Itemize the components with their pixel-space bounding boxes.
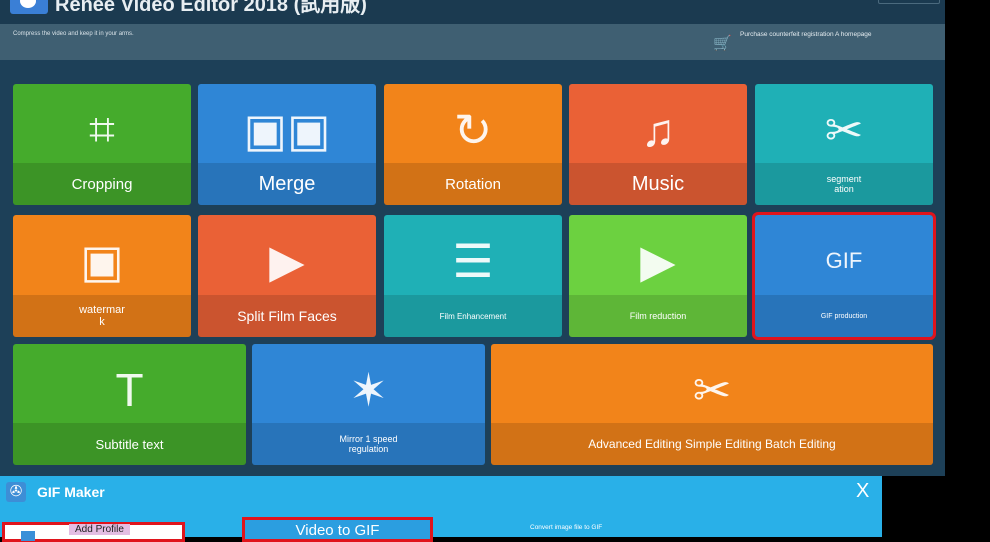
subtitle-icon: T (115, 364, 144, 416)
tile-split-film-faces[interactable]: ▶ Split Film Faces (198, 215, 376, 337)
tile-label: segment ation (755, 163, 933, 205)
scissors-reel-icon: ✂ (692, 364, 732, 416)
convert-image-to-gif-button[interactable]: Convert image file to GIF (530, 523, 630, 532)
scissors-film-icon: ✂ (824, 104, 864, 156)
gif-icon: GIF (825, 248, 863, 273)
tile-label: Music (569, 163, 747, 205)
tile-label: watermar k (13, 295, 191, 337)
top-button[interactable] (878, 0, 940, 4)
compress-film-icon: ▶ (640, 235, 676, 287)
cart-icon[interactable]: 🛒 (713, 34, 732, 52)
slogan: Compress the video and keep it in your a… (13, 31, 134, 37)
tile-mirror-1-speed-regulation[interactable]: ✶ Mirror 1 speed regulation (252, 344, 485, 465)
tile-subtitle-text[interactable]: T Subtitle text (13, 344, 246, 465)
merge-film-icon: ▣▣ (243, 104, 331, 156)
video-to-gif-button[interactable]: Video to GIF (242, 517, 433, 542)
rotate-icon: ↻ (453, 104, 493, 156)
tile-label: Subtitle text (13, 423, 246, 465)
film-reel-icon: ✇ (6, 482, 26, 502)
purchase-link[interactable]: Purchase counterfeit registration A home… (740, 31, 872, 38)
tile-watermar-k[interactable]: ▣ watermar k (13, 215, 191, 337)
tile-segment-ation[interactable]: ✂ segment ation (755, 84, 933, 205)
tile-label: GIF production (755, 295, 933, 337)
main-window: Renee Video Editor 2018 (試用版) Compress t… (0, 0, 945, 476)
tile-film-enhancement[interactable]: ☰ Film Enhancement (384, 215, 562, 337)
watermark-icon: ▣ (80, 235, 124, 287)
tile-label: Rotation (384, 163, 562, 205)
close-button[interactable]: X (856, 480, 869, 503)
tile-rotation[interactable]: ↻ Rotation (384, 84, 562, 205)
tile-label: Film reduction (569, 295, 747, 337)
sub-header: Compress the video and keep it in your a… (0, 24, 945, 60)
music-note-icon: ♫ (640, 104, 676, 156)
tile-cropping[interactable]: ⌗ Cropping (13, 84, 191, 205)
crop-icon: ⌗ (89, 103, 115, 155)
add-profile-button[interactable]: Add Profile (2, 522, 185, 542)
add-profile-label: Add Profile (69, 524, 130, 535)
app-title: Renee Video Editor 2018 (試用版) (55, 0, 367, 16)
tile-label: Mirror 1 speed regulation (252, 423, 485, 465)
tile-advanced-editing-simple-editing-batch-editing[interactable]: ✂ Advanced Editing Simple Editing Batch E… (491, 344, 933, 465)
tile-gif-production[interactable]: GIF GIF production (752, 212, 936, 340)
title-bar: Renee Video Editor 2018 (試用版) (0, 0, 945, 24)
sliders-icon: ☰ (452, 235, 494, 287)
tile-merge[interactable]: ▣▣ Merge (198, 84, 376, 205)
app-logo-icon (10, 0, 48, 14)
tile-label: Cropping (13, 163, 191, 205)
tile-film-reduction[interactable]: ▶ Film reduction (569, 215, 747, 337)
dialog-title: GIF Maker (37, 484, 105, 500)
folder-icon (21, 531, 35, 541)
split-film-icon: ▶ (269, 235, 305, 287)
tile-label: Advanced Editing Simple Editing Batch Ed… (491, 423, 933, 465)
tile-label: Merge (198, 163, 376, 205)
tile-music[interactable]: ♫ Music (569, 84, 747, 205)
tile-label: Film Enhancement (384, 295, 562, 337)
gif-maker-dialog: ✇ GIF Maker X Add Profile Video to GIF C… (0, 476, 882, 542)
tile-label: Split Film Faces (198, 295, 376, 337)
magic-wand-icon: ✶ (349, 364, 388, 416)
